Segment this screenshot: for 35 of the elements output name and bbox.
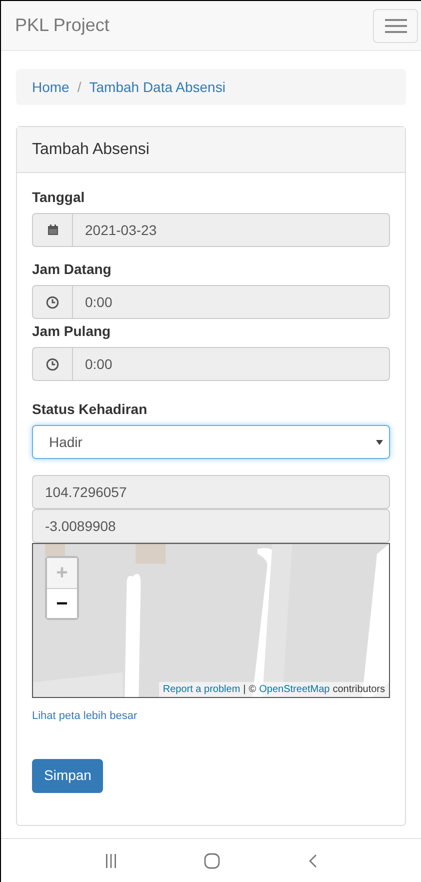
card-title: Tambah Absensi xyxy=(32,140,150,160)
zoom-out-button[interactable]: − xyxy=(47,588,77,618)
larger-map-link[interactable]: Lihat peta lebih besar xyxy=(32,708,138,724)
attribution-link[interactable]: OpenStreetMap xyxy=(259,682,330,697)
status-select[interactable]: Hadir xyxy=(32,425,390,459)
input-value: 0:00 xyxy=(84,292,114,312)
menu-button[interactable] xyxy=(373,8,418,42)
dropdown-caret-icon xyxy=(376,440,383,444)
field-label: Jam Pulang xyxy=(32,322,112,341)
input-value: 0:00 xyxy=(84,354,114,374)
attribution-text: | xyxy=(243,683,246,697)
breadcrumb-link[interactable]: Home xyxy=(32,76,70,98)
longitude-field[interactable]: 104.7296057 xyxy=(32,475,390,509)
attribution-text: © xyxy=(248,683,256,697)
recent-apps-icon[interactable] xyxy=(104,854,117,868)
home-icon[interactable] xyxy=(204,852,220,868)
menu-icon xyxy=(384,18,406,32)
back-icon[interactable] xyxy=(308,854,318,868)
attribution-link[interactable]: Report a problem xyxy=(162,682,240,697)
clock-icon xyxy=(46,358,59,370)
clock-icon xyxy=(46,296,59,308)
input-field[interactable]: 0:00 xyxy=(32,347,390,381)
breadcrumb-link[interactable]: Tambah Data Absensi xyxy=(89,76,226,98)
field-label: Jam Datang xyxy=(32,260,112,279)
latitude-field[interactable]: -3.0089908 xyxy=(32,509,390,543)
input-field[interactable]: 2021-03-23 xyxy=(32,213,390,247)
field-label: Status Kehadiran xyxy=(32,400,148,419)
save-button[interactable]: Simpan xyxy=(32,758,104,792)
input-field[interactable]: 0:00 xyxy=(32,285,390,319)
breadcrumb-separator: / xyxy=(77,78,82,96)
brand-title[interactable]: PKL Project xyxy=(15,12,110,39)
field-label: Tanggal xyxy=(32,188,86,207)
input-value: 2021-03-23 xyxy=(84,220,158,240)
calendar-icon xyxy=(46,224,58,236)
attribution-text: contributors xyxy=(332,683,385,697)
